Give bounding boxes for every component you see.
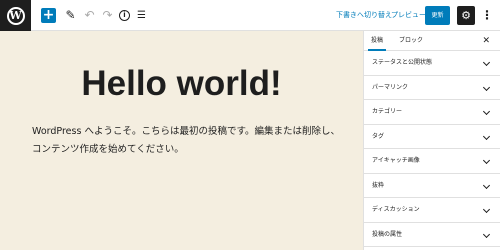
panel-title: ステータスと公開状態 bbox=[372, 59, 433, 66]
editor-canvas: Hello world! WordPress へようこそ。こちらは最初の投稿です… bbox=[0, 31, 363, 250]
wordpress-logo-letter: W bbox=[6, 6, 25, 25]
update-button[interactable]: 更新 bbox=[425, 6, 450, 25]
more-vertical-icon[interactable]: ⋮ bbox=[481, 7, 493, 23]
preview-button[interactable]: プレビュー bbox=[391, 9, 426, 21]
top-toolbar: W + ✎ ↶ ↷ i ☰ 下書きへ切り替え プレビュー 更新 ⚙ ⋮ bbox=[0, 0, 500, 31]
panel-post-attributes[interactable]: 投稿の属性 bbox=[364, 223, 500, 247]
panel-discussion[interactable]: ディスカッション bbox=[364, 198, 500, 223]
panel-title: アイキャッチ画像 bbox=[372, 157, 420, 164]
chevron-down-icon bbox=[482, 205, 491, 214]
chevron-down-icon bbox=[482, 132, 491, 140]
switch-to-draft-button[interactable]: 下書きへ切り替え bbox=[336, 9, 392, 21]
close-icon[interactable]: ✕ bbox=[482, 31, 490, 51]
panel-title: タグ bbox=[372, 132, 385, 140]
chevron-down-icon bbox=[482, 83, 491, 91]
panel-permalink[interactable]: パーマリンク bbox=[364, 76, 500, 100]
tab-block[interactable]: ブロック bbox=[399, 31, 423, 51]
panel-title: カテゴリー bbox=[372, 108, 403, 115]
panel-tags[interactable]: タグ bbox=[364, 125, 500, 149]
undo-icon[interactable]: ↶ bbox=[82, 8, 97, 23]
chevron-down-icon bbox=[482, 107, 491, 116]
wordpress-logo-icon[interactable]: W bbox=[0, 0, 31, 31]
info-icon: i bbox=[119, 10, 130, 21]
sidebar-tabs: 投稿 ブロック ✕ bbox=[364, 31, 500, 51]
panel-title: 抜粋 bbox=[372, 181, 385, 189]
chevron-down-icon bbox=[482, 230, 491, 238]
chevron-down-icon bbox=[482, 58, 491, 67]
panel-title: パーマリンク bbox=[372, 83, 409, 91]
chevron-down-icon bbox=[482, 181, 491, 189]
tab-post[interactable]: 投稿 bbox=[367, 31, 387, 51]
panel-title: 投稿の属性 bbox=[372, 230, 403, 238]
gear-icon[interactable]: ⚙ bbox=[457, 6, 475, 25]
settings-sidebar: 投稿 ブロック ✕ ステータスと公開状態 パーマリンク カテゴリー タグ アイキ… bbox=[363, 31, 500, 250]
panel-status-visibility[interactable]: ステータスと公開状態 bbox=[364, 51, 500, 76]
panel-categories[interactable]: カテゴリー bbox=[364, 100, 500, 125]
panel-featured-image[interactable]: アイキャッチ画像 bbox=[364, 149, 500, 174]
info-button[interactable]: i bbox=[117, 8, 132, 23]
redo-icon[interactable]: ↷ bbox=[100, 8, 115, 23]
add-block-button[interactable]: + bbox=[41, 8, 56, 23]
post-title[interactable]: Hello world! bbox=[0, 64, 363, 104]
pencil-icon[interactable]: ✎ bbox=[63, 8, 78, 23]
panel-excerpt[interactable]: 抜粋 bbox=[364, 174, 500, 198]
post-paragraph[interactable]: WordPress へようこそ。こちらは最初の投稿です。編集または削除し、コンテ… bbox=[32, 123, 342, 159]
panel-title: ディスカッション bbox=[372, 206, 420, 213]
chevron-down-icon bbox=[482, 156, 491, 165]
list-view-icon[interactable]: ☰ bbox=[134, 8, 149, 23]
